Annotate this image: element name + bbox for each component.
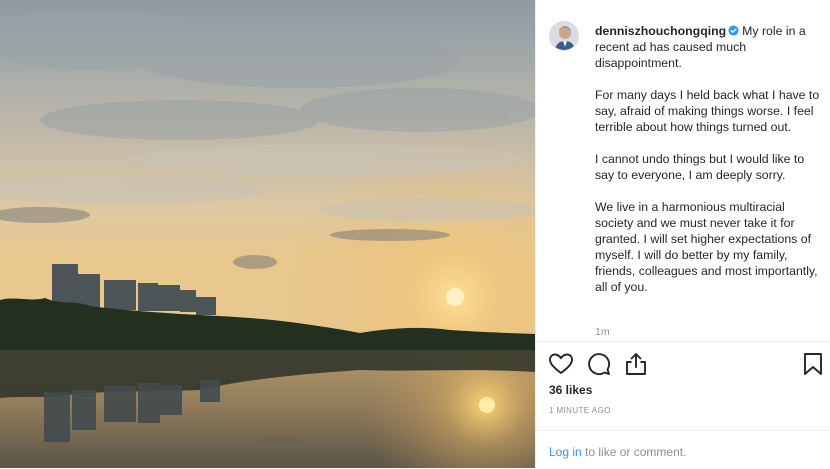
caption-text: denniszhouchongqing My role in a recent … (595, 23, 820, 311)
login-prompt-text: to like or comment. (581, 445, 687, 459)
username-link[interactable]: denniszhouchongqing (595, 24, 726, 38)
actions-section: 36 likes 1 MINUTE AGO Log in to like or … (536, 341, 830, 468)
caption-paragraph-3: We live in a harmonious multiracial soci… (595, 200, 818, 294)
caption-paragraph-2: I cannot undo things but I would like to… (595, 152, 805, 182)
login-prompt: Log in to like or comment. (536, 430, 830, 469)
share-icon[interactable] (623, 351, 649, 377)
likes-count[interactable]: 36 likes (549, 383, 592, 397)
bookmark-icon[interactable] (800, 351, 826, 377)
caption-first-paragraph: denniszhouchongqing My role in a recent … (595, 23, 820, 71)
login-link[interactable]: Log in (549, 445, 582, 459)
avatar[interactable] (549, 21, 579, 51)
avatar-portrait-icon (550, 22, 578, 50)
post-sidebar: denniszhouchongqing My role in a recent … (535, 0, 830, 468)
relative-time: 1m (595, 326, 610, 338)
heart-icon[interactable] (548, 351, 574, 377)
comment-bubble-icon[interactable] (586, 351, 612, 377)
verified-badge-icon (728, 25, 739, 36)
instagram-post-embed: denniszhouchongqing My role in a recent … (0, 0, 830, 468)
post-timestamp: 1 MINUTE AGO (549, 406, 611, 415)
post-photo[interactable] (0, 0, 535, 468)
caption-area[interactable]: denniszhouchongqing My role in a recent … (536, 0, 830, 340)
caption-paragraph-1: For many days I held back what I have to… (595, 88, 820, 134)
sunset-lake-image (0, 0, 535, 468)
